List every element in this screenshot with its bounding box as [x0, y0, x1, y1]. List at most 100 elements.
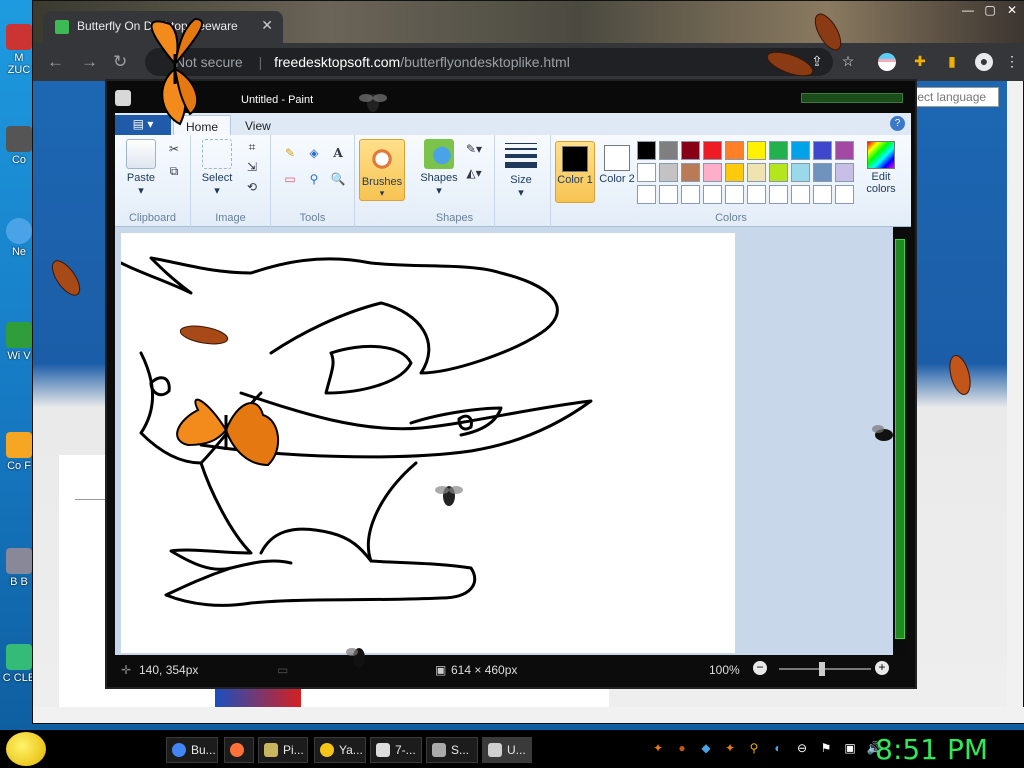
tab-view[interactable]: View [233, 115, 283, 135]
horizontal-scrollbar[interactable] [33, 707, 1024, 723]
palette-swatch[interactable] [637, 185, 656, 204]
desktop-icon-2[interactable]: Co [2, 126, 36, 166]
rotate-icon[interactable]: ⟲ [243, 179, 261, 195]
palette-swatch[interactable] [703, 185, 722, 204]
palette-swatch[interactable] [791, 185, 810, 204]
paste-button[interactable]: Paste ▾ [121, 139, 161, 197]
palette-swatch[interactable] [769, 141, 788, 160]
palette-swatch[interactable] [681, 163, 700, 182]
palette-swatch[interactable] [637, 163, 656, 182]
zoom-out-icon[interactable]: − [753, 661, 767, 675]
desktop-icon-1[interactable]: M ZUC [2, 24, 36, 76]
network-tray-icon[interactable]: ▣ [842, 741, 858, 757]
crop-icon[interactable]: ⌗ [243, 139, 261, 155]
address-bar[interactable]: Not secure | freedesktopsoft.com/butterf… [145, 48, 833, 76]
size-button[interactable]: Size ▾ [501, 139, 541, 199]
palette-swatch[interactable] [747, 141, 766, 160]
color1-button[interactable]: Color 1 [555, 141, 595, 203]
taskbar-item-picture[interactable]: Pi... [258, 737, 308, 763]
flag-tray-icon[interactable]: ⚑ [818, 741, 834, 757]
palette-swatch[interactable] [835, 185, 854, 204]
palette-swatch[interactable] [791, 163, 810, 182]
zoom-slider[interactable] [779, 662, 871, 676]
menu-dots-icon[interactable]: ⋮ [1003, 53, 1021, 71]
text-icon[interactable]: A [329, 145, 347, 161]
taskbar-item-7zip[interactable]: 7-... [370, 737, 422, 763]
taskbar-item-paint[interactable]: U... [482, 737, 532, 763]
minus-tray-icon[interactable]: ⊖ [794, 741, 810, 757]
maximize-icon[interactable]: ▢ [979, 3, 1001, 21]
copy-icon[interactable]: ⧉ [165, 163, 183, 179]
reload-icon[interactable]: ↻ [113, 52, 127, 72]
palette-swatch[interactable] [725, 163, 744, 182]
desktop-icon-3[interactable]: Ne [2, 218, 36, 258]
palette-swatch[interactable] [813, 185, 832, 204]
palette-swatch[interactable] [703, 141, 722, 160]
shapes-button[interactable]: Shapes ▾ [419, 139, 459, 197]
brushes-button[interactable]: Brushes ▾ [359, 139, 405, 201]
zoom-in-icon[interactable]: + [875, 661, 889, 675]
palette-swatch[interactable] [835, 141, 854, 160]
palette-swatch[interactable] [703, 163, 722, 182]
edit-colors-button[interactable]: Edit colors [861, 141, 901, 195]
palette-swatch[interactable] [725, 185, 744, 204]
palette-swatch[interactable] [681, 185, 700, 204]
zoom-slider-knob[interactable] [819, 662, 825, 676]
minimize-icon[interactable]: — [957, 3, 979, 21]
extensions-puzzle-icon[interactable]: ✚ [911, 53, 929, 71]
window-controls[interactable] [801, 93, 903, 103]
shield-tray-icon[interactable]: ◆ [698, 741, 714, 757]
desktop-icon-6[interactable]: B B [2, 548, 36, 588]
desktop-icon-4[interactable]: Wi V [2, 322, 36, 362]
help-icon[interactable]: ? [890, 116, 905, 131]
eraser-icon[interactable]: ▭ [281, 171, 299, 187]
taskbar-item-yahoo[interactable]: Ya... [314, 737, 366, 763]
palette-swatch[interactable] [659, 163, 678, 182]
close-tab-icon[interactable]: ✕ [261, 17, 273, 34]
close-window-icon[interactable]: ✕ [1001, 3, 1023, 21]
palette-swatch[interactable] [659, 185, 678, 204]
palette-swatch[interactable] [681, 141, 700, 160]
fill-bucket-icon[interactable]: ◈ [305, 145, 323, 161]
butterfly-tray-icon-2[interactable]: ✦ [722, 741, 738, 757]
extension-flag-icon[interactable] [878, 53, 896, 71]
taskbar-item-chrome[interactable]: Bu... [166, 737, 218, 763]
palette-swatch[interactable] [769, 185, 788, 204]
palette-swatch[interactable] [725, 141, 744, 160]
paint-tray-icon[interactable]: ◐ [770, 741, 786, 757]
outline-icon[interactable]: ✎▾ [465, 141, 483, 157]
select-button[interactable]: Select ▾ [197, 139, 237, 197]
start-button-smiley-icon[interactable] [6, 732, 46, 766]
taskbar-item-setup[interactable]: S... [426, 737, 478, 763]
palette-swatch[interactable] [659, 141, 678, 160]
cockroach-tray-icon[interactable]: ● [674, 741, 690, 757]
vertical-scrollbar[interactable] [1007, 81, 1023, 709]
palette-swatch[interactable] [835, 163, 854, 182]
palette-swatch[interactable] [813, 163, 832, 182]
clock[interactable]: 8:51 PM [875, 733, 988, 766]
back-icon[interactable]: ← [47, 52, 64, 72]
palette-swatch[interactable] [747, 163, 766, 182]
search-tray-icon[interactable]: ⚲ [746, 741, 762, 757]
palette-swatch[interactable] [769, 163, 788, 182]
forward-icon[interactable]: → [81, 52, 98, 72]
fill-icon[interactable]: ◭▾ [465, 165, 483, 181]
butterfly-tray-icon[interactable]: ✦ [650, 741, 666, 757]
palette-swatch[interactable] [813, 141, 832, 160]
resize-icon[interactable]: ⇲ [243, 159, 261, 175]
cut-icon[interactable]: ✂ [165, 141, 183, 157]
desktop-icon-7[interactable]: C CLE [2, 644, 36, 684]
paint-app-icon[interactable] [115, 90, 131, 106]
desktop-icon-5[interactable]: Co F [2, 432, 36, 472]
color2-button[interactable]: Color 2 [597, 141, 637, 203]
magnifier-icon[interactable]: 🔍 [329, 171, 347, 187]
color-picker-icon[interactable]: ⚲ [305, 171, 323, 187]
taskbar-item-firefox[interactable] [224, 737, 254, 763]
pencil-icon[interactable]: ✎ [281, 145, 299, 161]
profile-avatar-icon[interactable]: ● [975, 53, 993, 71]
shapes-label: Shapes [420, 172, 458, 184]
palette-swatch[interactable] [791, 141, 810, 160]
palette-swatch[interactable] [637, 141, 656, 160]
side-panel-icon[interactable]: ▮ [943, 53, 961, 71]
palette-swatch[interactable] [747, 185, 766, 204]
